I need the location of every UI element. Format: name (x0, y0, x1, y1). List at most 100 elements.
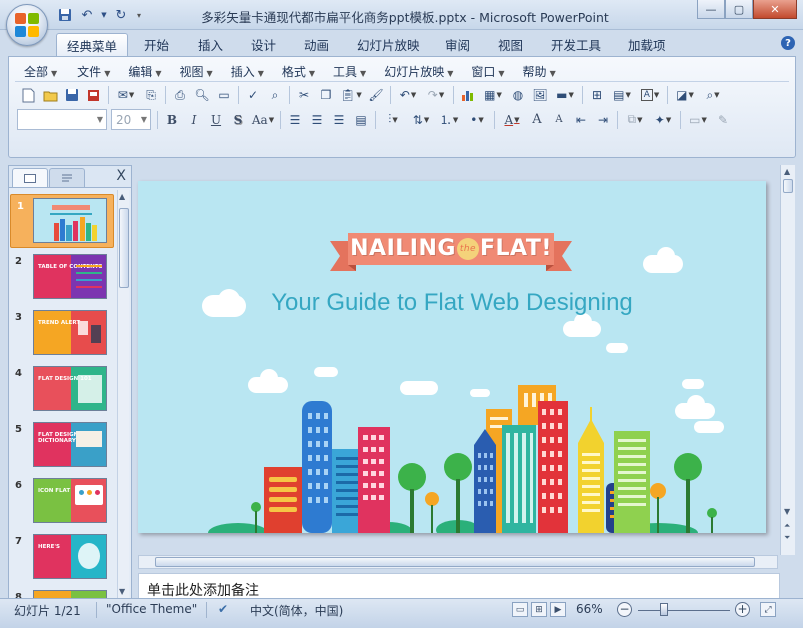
normal-view-icon[interactable]: ▭ (512, 602, 528, 617)
tab-animations[interactable]: 动画 (294, 33, 339, 56)
slides-tab[interactable] (12, 168, 48, 187)
align-right-icon[interactable]: ☰ (328, 110, 350, 130)
menu-edit[interactable]: 编辑 ▼ (121, 63, 168, 80)
fill-color-icon[interactable]: ▬ ▼ (551, 85, 579, 105)
slide-thumbnail[interactable]: 1 (9, 194, 117, 248)
quick-styles-icon[interactable]: ✦ ▼ (649, 110, 677, 130)
picture-icon[interactable]: 🖼︎ (529, 85, 551, 105)
font-name-combo[interactable]: ▼ (17, 109, 107, 130)
scroll-down-icon[interactable]: ▼ (784, 507, 790, 516)
undo-dropdown-icon[interactable]: ▼ (100, 6, 108, 24)
notes-pane[interactable]: 单击此处添加备注 (138, 573, 780, 599)
text-direction-icon[interactable]: ⇅ ▼ (407, 110, 435, 130)
menu-view[interactable]: 视图 ▼ (173, 63, 220, 80)
shapes-icon[interactable]: ◪ ▼ (671, 85, 699, 105)
save-icon[interactable] (56, 6, 74, 24)
slide-thumbnail[interactable]: 5 FLAT DESIGN DICTIONARY (9, 418, 117, 472)
zoom-slider-track[interactable] (638, 610, 730, 611)
slide-thumbnail[interactable]: 4 FLAT DESIGN 101 (9, 362, 117, 416)
zoom-out-icon[interactable]: − (617, 602, 632, 617)
align-text-icon[interactable]: ⫶ ▼ (379, 110, 407, 130)
italic-button[interactable]: I (183, 110, 205, 130)
scroll-down-icon[interactable]: ▼ (119, 587, 125, 596)
font-size-combo[interactable]: 20 ▼ (111, 109, 151, 130)
zoom-in-icon[interactable]: + (735, 602, 750, 617)
shape-outline-icon[interactable]: ✎ (712, 110, 734, 130)
menu-tools[interactable]: 工具 ▼ (326, 63, 373, 80)
scroll-thumb[interactable] (155, 557, 755, 567)
menu-insert[interactable]: 插入 ▼ (224, 63, 271, 80)
fit-to-window-icon[interactable]: ⤢ (760, 602, 776, 617)
menu-all[interactable]: 全部 ▼ (17, 63, 64, 80)
bullets-icon[interactable]: • ▼ (463, 110, 491, 130)
zoom-slider-thumb[interactable] (660, 603, 668, 616)
arrange-icon[interactable]: ⧉ ▼ (621, 110, 649, 130)
shape-fill-icon[interactable]: ▭ ▼ (684, 110, 712, 130)
new-slide-icon[interactable]: ⊞ (586, 85, 608, 105)
shrink-font-button[interactable]: A (548, 110, 570, 130)
outline-tab[interactable] (49, 168, 85, 187)
menu-window[interactable]: 窗口 ▼ (464, 63, 511, 80)
decrease-indent-icon[interactable]: ⇤ (570, 110, 592, 130)
language-indicator[interactable]: 中文(简体，中国) (250, 602, 343, 619)
paste-icon[interactable]: 📋︎ ▼ (337, 85, 365, 105)
close-panel-icon[interactable]: X (116, 168, 126, 184)
font-color-button[interactable]: A ▼ (498, 110, 526, 130)
bold-button[interactable]: B (161, 110, 183, 130)
cut-icon[interactable]: ✂ (293, 85, 315, 105)
zoom-level[interactable]: 66% (576, 602, 603, 616)
grow-font-button[interactable]: A (526, 110, 548, 130)
scroll-thumb[interactable] (783, 179, 793, 193)
menu-file[interactable]: 文件 ▼ (70, 63, 117, 80)
previous-slide-icon[interactable]: ⏶ (784, 521, 790, 531)
customize-qat-icon[interactable]: ▾ (134, 6, 144, 24)
email-icon[interactable]: ✉ ▼ (112, 85, 140, 105)
align-center-icon[interactable]: ☰ (306, 110, 328, 130)
align-left-icon[interactable]: ☰ (284, 110, 306, 130)
permission-icon[interactable] (83, 85, 105, 105)
find-icon[interactable]: ⌕ ▼ (699, 85, 727, 105)
tab-review[interactable]: 审阅 (435, 33, 480, 56)
numbering-icon[interactable]: ⒈ ▼ (435, 110, 463, 130)
slide-thumbnail[interactable]: 7 HERE'S (9, 530, 117, 584)
menu-help[interactable]: 帮助 ▼ (516, 63, 563, 80)
save-toolbar-icon[interactable] (61, 85, 83, 105)
research-icon[interactable]: ⌕ (264, 85, 286, 105)
chart-icon[interactable] (457, 85, 479, 105)
slide-horizontal-scrollbar[interactable] (138, 555, 778, 569)
tab-design[interactable]: 设计 (241, 33, 286, 56)
justify-icon[interactable]: ▤ (350, 110, 372, 130)
maximize-button[interactable]: ▢ (725, 0, 753, 19)
tab-slideshow[interactable]: 幻灯片放映 (347, 33, 430, 56)
help-icon[interactable]: ? (781, 36, 795, 50)
slideshow-view-icon[interactable]: ▶ (550, 602, 566, 617)
tab-addins[interactable]: 加载项 (618, 33, 676, 56)
slide-vertical-scrollbar[interactable]: ▲ ▼ ⏶ ⏷ (780, 165, 795, 555)
text-box-icon[interactable]: A ▼ (636, 85, 664, 105)
tab-classic-menu[interactable]: 经典菜单 (56, 33, 129, 56)
redo-toolbar-icon[interactable]: ↷ ▼ (422, 85, 450, 105)
undo-icon[interactable]: ↶ (78, 6, 96, 24)
undo-toolbar-icon[interactable]: ↶ ▼ (394, 85, 422, 105)
panel-scrollbar[interactable]: ▲ ▼ (117, 190, 129, 598)
tab-view[interactable]: 视图 (488, 33, 533, 56)
change-case-button[interactable]: Aa ▼ (249, 110, 277, 130)
spell-check-icon[interactable]: ✔ (218, 602, 228, 616)
next-slide-icon[interactable]: ⏷ (784, 533, 790, 543)
tab-home[interactable]: 开始 (134, 33, 179, 56)
layout-icon[interactable]: ▤ ▼ (608, 85, 636, 105)
scroll-thumb[interactable] (119, 208, 129, 288)
copy-icon[interactable]: ❐ (315, 85, 337, 105)
format-painter-icon[interactable]: 🖌︎ (365, 85, 387, 105)
table-icon[interactable]: ▦ ▼ (479, 85, 507, 105)
scroll-up-icon[interactable]: ▲ (784, 167, 790, 176)
new-file-icon[interactable] (17, 85, 39, 105)
slide-canvas[interactable]: NAILING the FLAT! Your Guide to Flat Web D… (138, 181, 766, 533)
underline-button[interactable]: U (205, 110, 227, 130)
close-button[interactable]: ✕ (753, 0, 797, 19)
office-button[interactable] (6, 4, 48, 46)
menu-slideshow[interactable]: 幻灯片放映 ▼ (377, 63, 460, 80)
print-icon[interactable]: ⎙ (169, 85, 191, 105)
slide-thumbnail[interactable]: 6 ICON FLAT (9, 474, 117, 528)
redo-icon[interactable]: ↻ (112, 6, 130, 24)
